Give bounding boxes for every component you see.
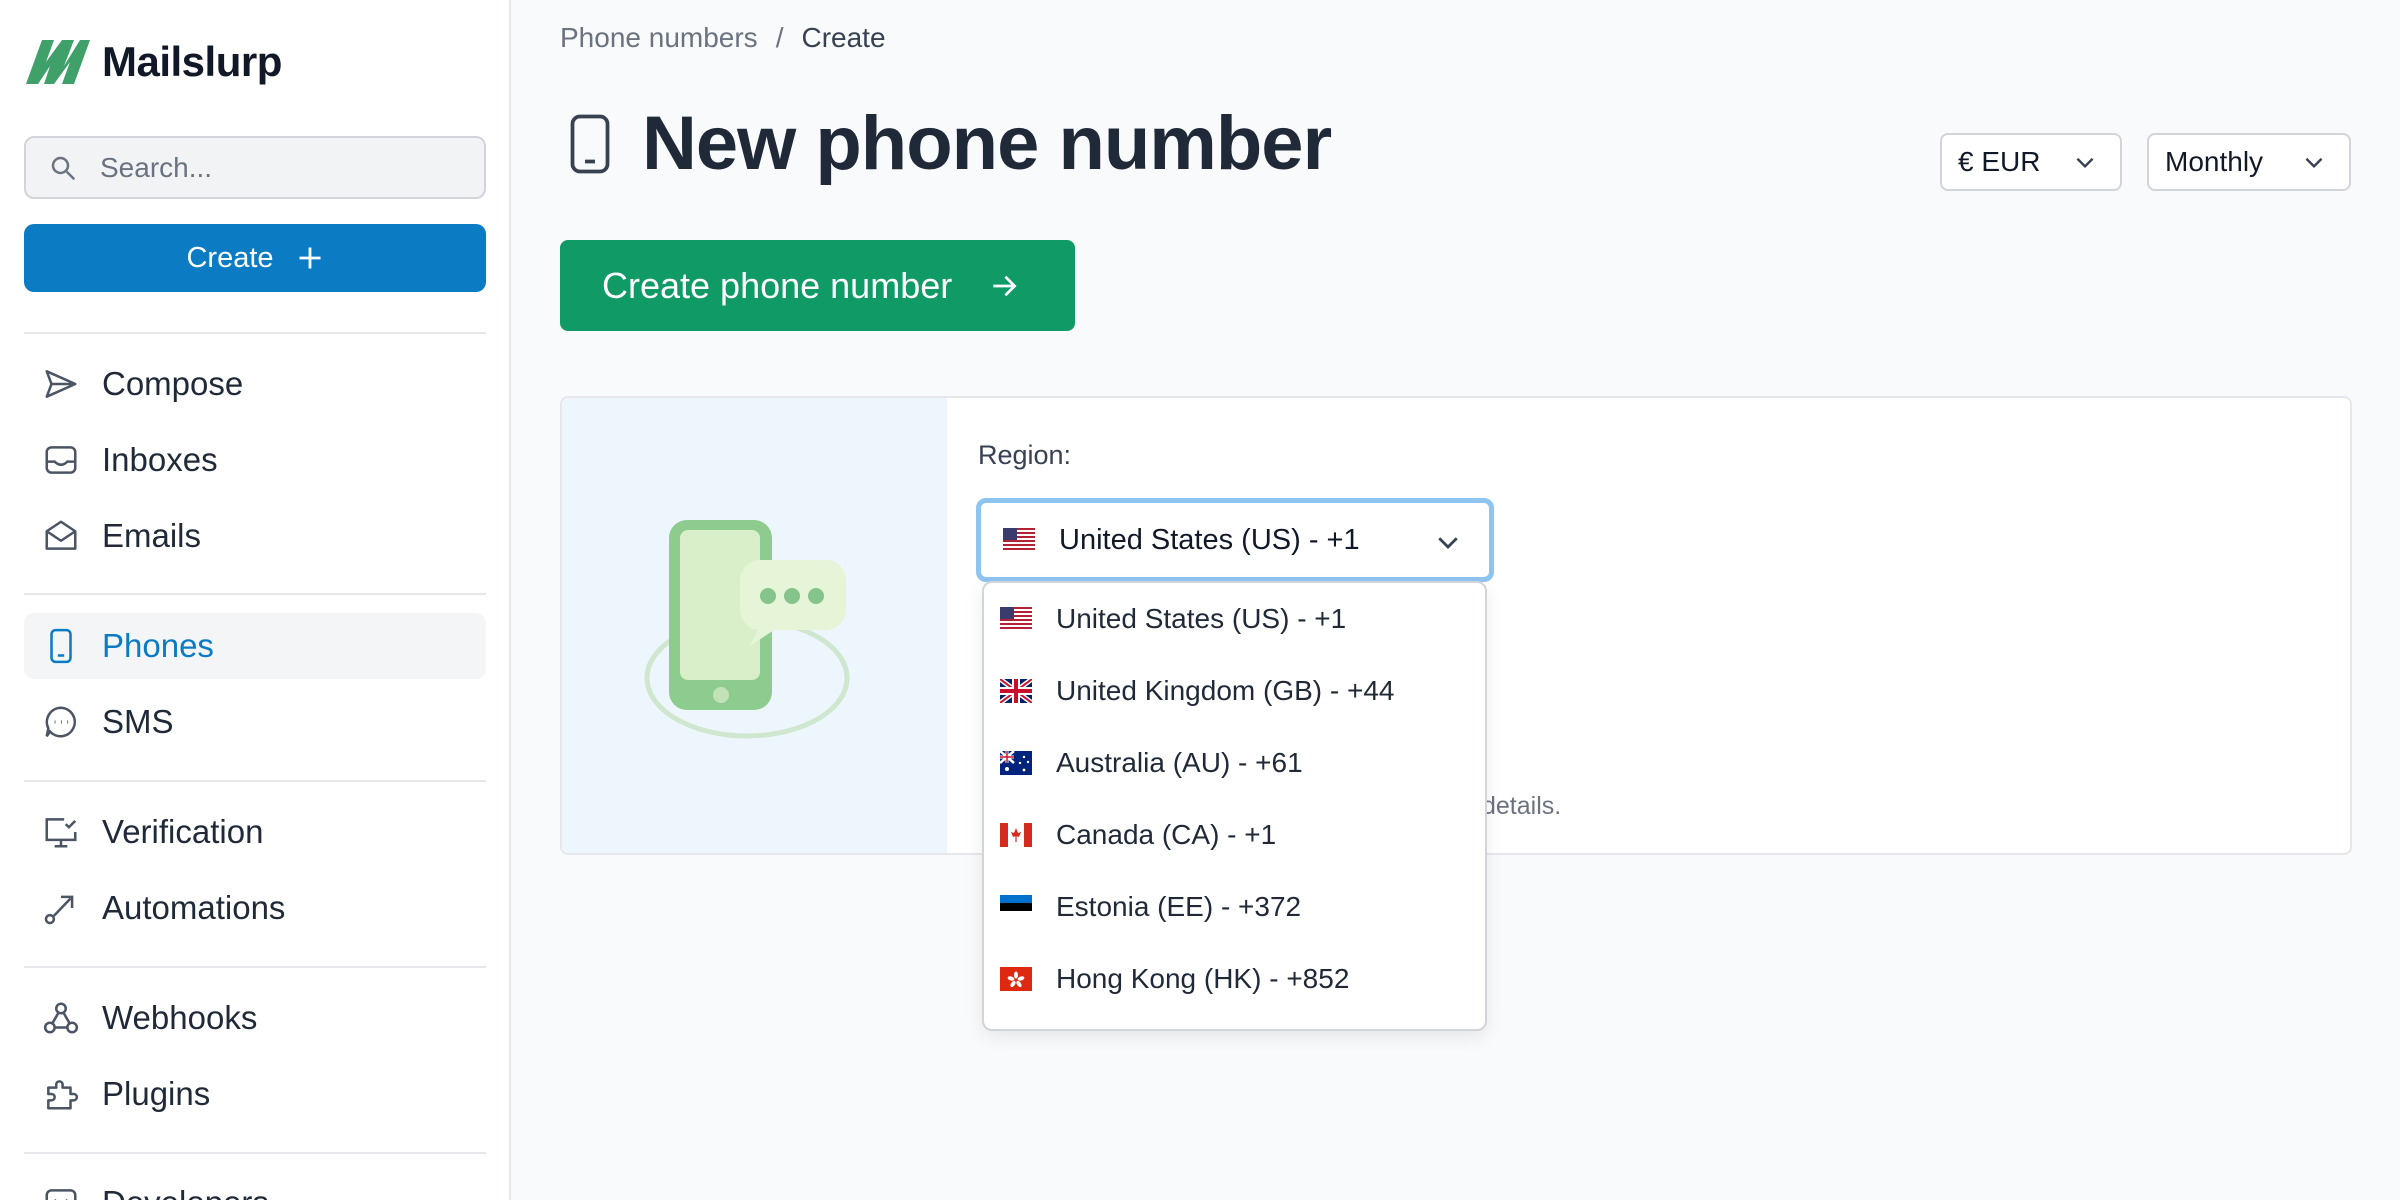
divider (24, 332, 486, 334)
envelope-icon (45, 520, 77, 550)
sidebar-item-webhooks[interactable]: Webhooks (24, 985, 486, 1051)
billing-period-select[interactable]: Monthly (2147, 133, 2351, 191)
ee-flag-icon (1000, 895, 1032, 919)
sidebar-item-plugins[interactable]: Plugins (24, 1061, 486, 1127)
create-button[interactable]: Create (24, 224, 486, 292)
puzzle-icon (47, 1080, 79, 1110)
us-flag-icon (1000, 607, 1032, 631)
sidebar-item-label: Emails (102, 517, 202, 554)
route-icon (44, 895, 74, 925)
mailslurp-logo-icon (26, 40, 90, 84)
logo[interactable]: Mailslurp (24, 36, 282, 88)
region-option-hk[interactable]: Hong Kong (HK) - +852 (984, 943, 1485, 1015)
sidebar-item-automations[interactable]: Automations (24, 875, 486, 941)
webhook-icon (43, 1002, 79, 1034)
us-flag-icon (1003, 528, 1035, 552)
page-header: New phone number (560, 100, 1332, 187)
region-option-label: Estonia (EE) - +372 (1056, 891, 1302, 922)
chevron-down-icon (1438, 537, 1458, 549)
sidebar-item-label: Inboxes (102, 441, 218, 478)
sidebar-item-developers[interactable]: Developers (24, 1170, 486, 1200)
divider (24, 780, 486, 782)
code-icon (45, 1189, 77, 1200)
hk-flag-icon (1000, 967, 1032, 991)
region-option-label: United Kingdom (GB) - +44 (1056, 675, 1395, 706)
plus-icon (299, 247, 321, 269)
currency-select[interactable]: € EUR (1940, 133, 2122, 191)
divider (24, 966, 486, 968)
search-box[interactable] (24, 136, 486, 199)
brand-name: Mailslurp (102, 38, 282, 85)
chat-icon (45, 706, 77, 738)
phone-icon (50, 628, 72, 664)
breadcrumb-parent-link[interactable]: Phone numbers (560, 22, 758, 54)
au-flag-icon (1000, 751, 1032, 775)
region-select-value: United States (US) - +1 (1059, 523, 1360, 556)
phone-chat-illustration-icon (644, 520, 850, 739)
region-hint-text: details. (1482, 792, 1562, 820)
region-select[interactable]: United States (US) - +1 (976, 498, 1494, 582)
region-option-us[interactable]: United States (US) - +1 (984, 583, 1485, 655)
gb-flag-icon (1000, 679, 1032, 703)
region-option-label: Canada (CA) - +1 (1056, 819, 1277, 850)
divider (24, 1152, 486, 1154)
illustration-panel (562, 398, 947, 853)
create-phone-number-label: Create phone number (602, 264, 953, 306)
sidebar-item-label: SMS (102, 703, 174, 740)
inbox-icon (45, 446, 77, 474)
billing-period-select-value: Monthly (2165, 146, 2264, 177)
sidebar-item-inboxes[interactable]: Inboxes (24, 427, 486, 493)
region-dropdown: United States (US) - +1 United Kingdom (… (982, 581, 1487, 1031)
divider (24, 593, 486, 595)
breadcrumb-separator: / (775, 22, 784, 53)
app: Mailslurp Create Compose Inboxes (0, 0, 2400, 1200)
sidebar-item-compose[interactable]: Compose (24, 351, 486, 417)
sidebar-item-verification[interactable]: Verification (24, 799, 486, 865)
breadcrumb-current: Create (801, 22, 886, 53)
sidebar-item-label: Developers (102, 1184, 269, 1200)
send-icon (45, 370, 77, 398)
sidebar-item-phones[interactable]: Phones (24, 613, 486, 679)
region-label: Region: (978, 440, 1072, 470)
region-option-label: Hong Kong (HK) - +852 (1056, 963, 1350, 994)
sidebar-item-label: Compose (102, 365, 244, 402)
sidebar-item-sms[interactable]: SMS (24, 689, 486, 755)
search-input[interactable] (100, 151, 460, 184)
breadcrumb: Phone numbers / Create (560, 22, 886, 54)
monitor-check-icon (45, 818, 77, 848)
sidebar-item-label: Verification (102, 813, 264, 850)
region-option-ca[interactable]: Canada (CA) - +1 (984, 799, 1485, 871)
region-option-label: Australia (AU) - +61 (1056, 747, 1303, 778)
region-option-label: United States (US) - +1 (1056, 603, 1347, 634)
create-button-label: Create (186, 241, 274, 274)
sidebar-item-emails[interactable]: Emails (24, 503, 486, 569)
search-icon (51, 156, 76, 180)
phone-icon (570, 114, 610, 173)
sidebar-item-label: Webhooks (102, 999, 258, 1036)
sidebar-item-label: Plugins (102, 1075, 211, 1112)
currency-select-value: € EUR (1958, 146, 2041, 177)
page-title: New phone number (642, 101, 1332, 186)
create-phone-number-button[interactable]: Create phone number (560, 240, 1075, 331)
sidebar-item-label: Phones (102, 627, 214, 664)
sidebar-item-label: Automations (102, 889, 286, 926)
region-option-ee[interactable]: Estonia (EE) - +372 (984, 871, 1485, 943)
arrow-right-icon (993, 275, 1017, 296)
region-option-gb[interactable]: United Kingdom (GB) - +44 (984, 655, 1485, 727)
chevron-down-icon (2076, 157, 2094, 169)
chevron-down-icon (2305, 157, 2323, 169)
sidebar: Mailslurp Create Compose Inboxes (0, 0, 511, 1200)
region-option-au[interactable]: Australia (AU) - +61 (984, 727, 1485, 799)
ca-flag-icon (1000, 823, 1032, 847)
